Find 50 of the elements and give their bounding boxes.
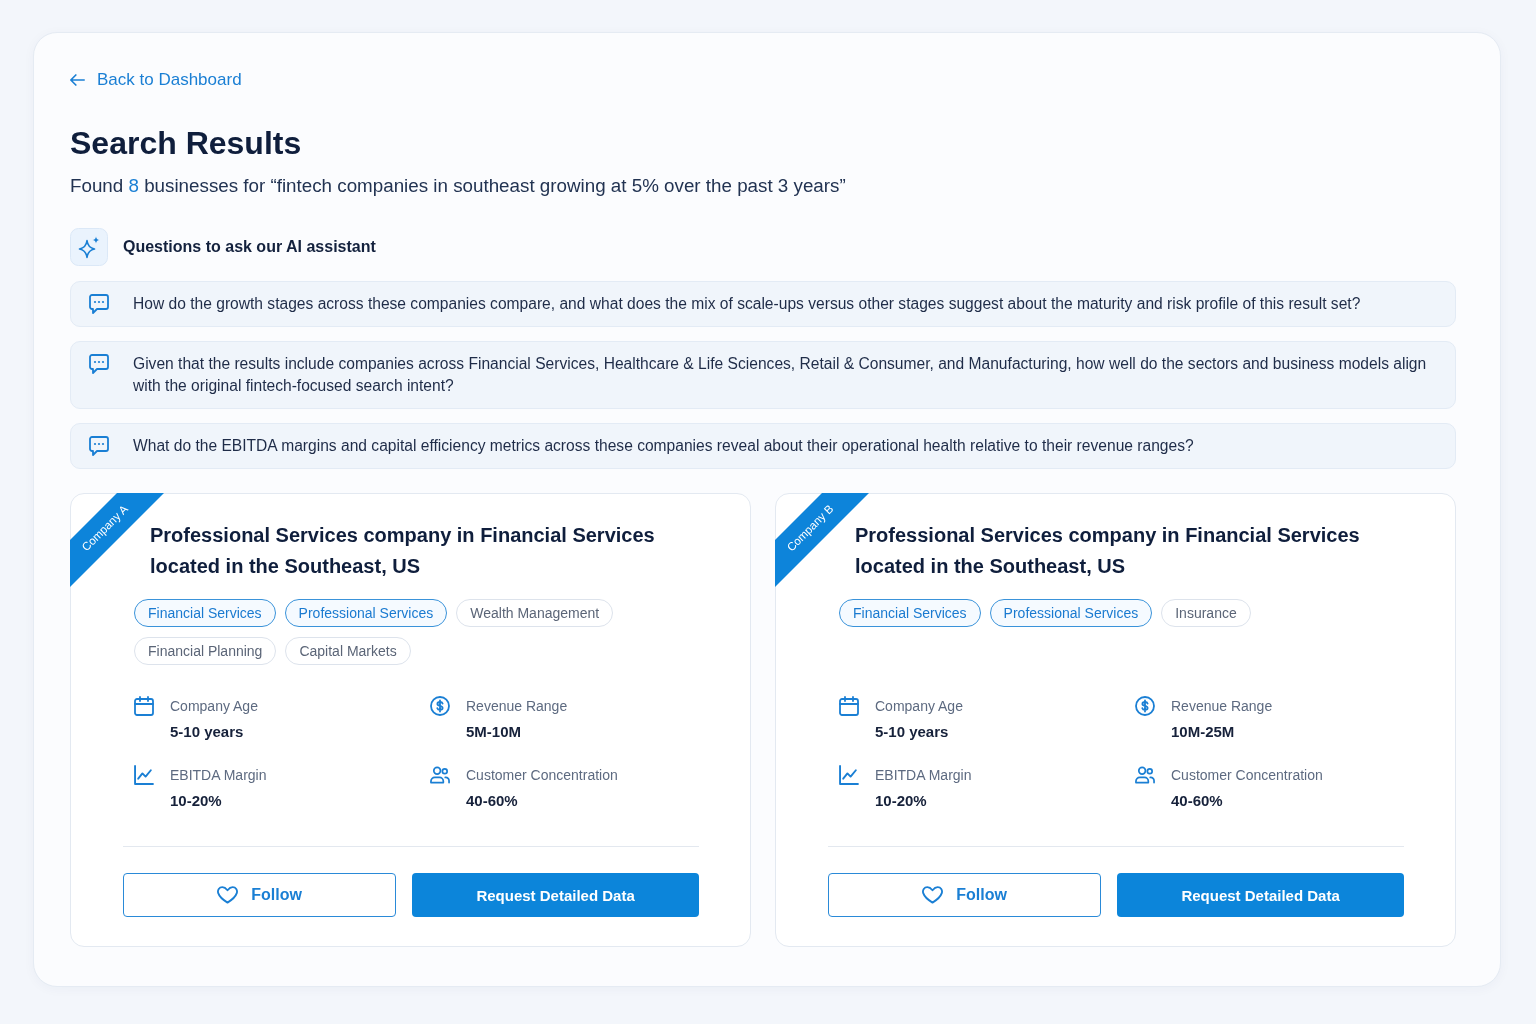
industry-tag: Financial Services <box>134 599 276 627</box>
chat-icon <box>89 294 109 314</box>
request-data-button[interactable]: Request Detailed Data <box>412 873 699 917</box>
results-summary: Found 8 businesses for “fintech companies in southeast growing at 5% over the past 3 years” <box>70 174 847 198</box>
metric-label: Revenue Range <box>466 697 568 716</box>
metric-label: Customer Concentration <box>1171 766 1323 785</box>
industry-tag: Financial Services <box>839 599 981 627</box>
dollar-icon <box>1135 696 1155 716</box>
people-icon <box>430 765 450 785</box>
sparkle-icon <box>70 228 108 266</box>
metric-value: 5-10 years <box>170 722 244 742</box>
metric-value: 5-10 years <box>875 722 949 742</box>
back-link[interactable]: Back to Dashboard <box>70 68 242 92</box>
arrow-left-icon <box>70 74 85 86</box>
page-title: Search Results <box>70 124 303 163</box>
metric-value: 5M-10M <box>466 722 521 742</box>
request-data-button[interactable]: Request Detailed Data <box>1117 873 1404 917</box>
metric-value: 10-20% <box>170 791 222 811</box>
metric-value: 40-60% <box>1171 791 1223 811</box>
metric-label: Revenue Range <box>1171 697 1273 716</box>
metric-label: EBITDA Margin <box>875 766 972 785</box>
heart-icon <box>217 886 239 904</box>
chat-icon <box>89 436 109 456</box>
metric-value: 10-20% <box>875 791 927 811</box>
calendar-icon <box>134 696 154 716</box>
heart-icon <box>922 886 944 904</box>
suggested-question[interactable]: How do the growth stages across these companies compare, and what does the mix of scale-ups versus other stages suggest about the maturity and risk profile of this result set? <box>70 281 1456 327</box>
suggested-question[interactable]: What do the EBITDA margins and capital efficiency metrics across these companies reveal about their operational health relative to their revenue ranges? <box>70 423 1456 469</box>
follow-button[interactable]: Follow <box>828 873 1102 917</box>
industry-tag: Wealth Management <box>456 599 614 627</box>
suggested-question[interactable]: Given that the results include companies across Financial Services, Healthcare & Life Sciences, Retail & Consumer, and Manufacturing, how well do the sectors and business models align with the original fintech-focused search intent? <box>70 341 1456 409</box>
industry-tag: Financial Planning <box>134 637 277 665</box>
industry-tag: Capital Markets <box>285 637 411 665</box>
line-chart-icon <box>839 765 859 785</box>
people-icon <box>1135 765 1155 785</box>
dollar-icon <box>430 696 450 716</box>
metric-label: Company Age <box>170 697 258 716</box>
metric-value: 40-60% <box>466 791 518 811</box>
metric-value: 10M-25M <box>1171 722 1235 742</box>
follow-button[interactable]: Follow <box>123 873 397 917</box>
industry-tag: Professional Services <box>284 599 448 627</box>
calendar-icon <box>839 696 859 716</box>
metric-label: EBITDA Margin <box>170 766 267 785</box>
assistant-heading: Questions to ask our AI assistant <box>123 237 376 257</box>
industry-tag: Professional Services <box>989 599 1153 627</box>
metric-label: Company Age <box>875 697 963 716</box>
line-chart-icon <box>134 765 154 785</box>
chat-icon <box>89 354 109 374</box>
metric-label: Customer Concentration <box>466 766 618 785</box>
industry-tag: Insurance <box>1161 599 1251 627</box>
